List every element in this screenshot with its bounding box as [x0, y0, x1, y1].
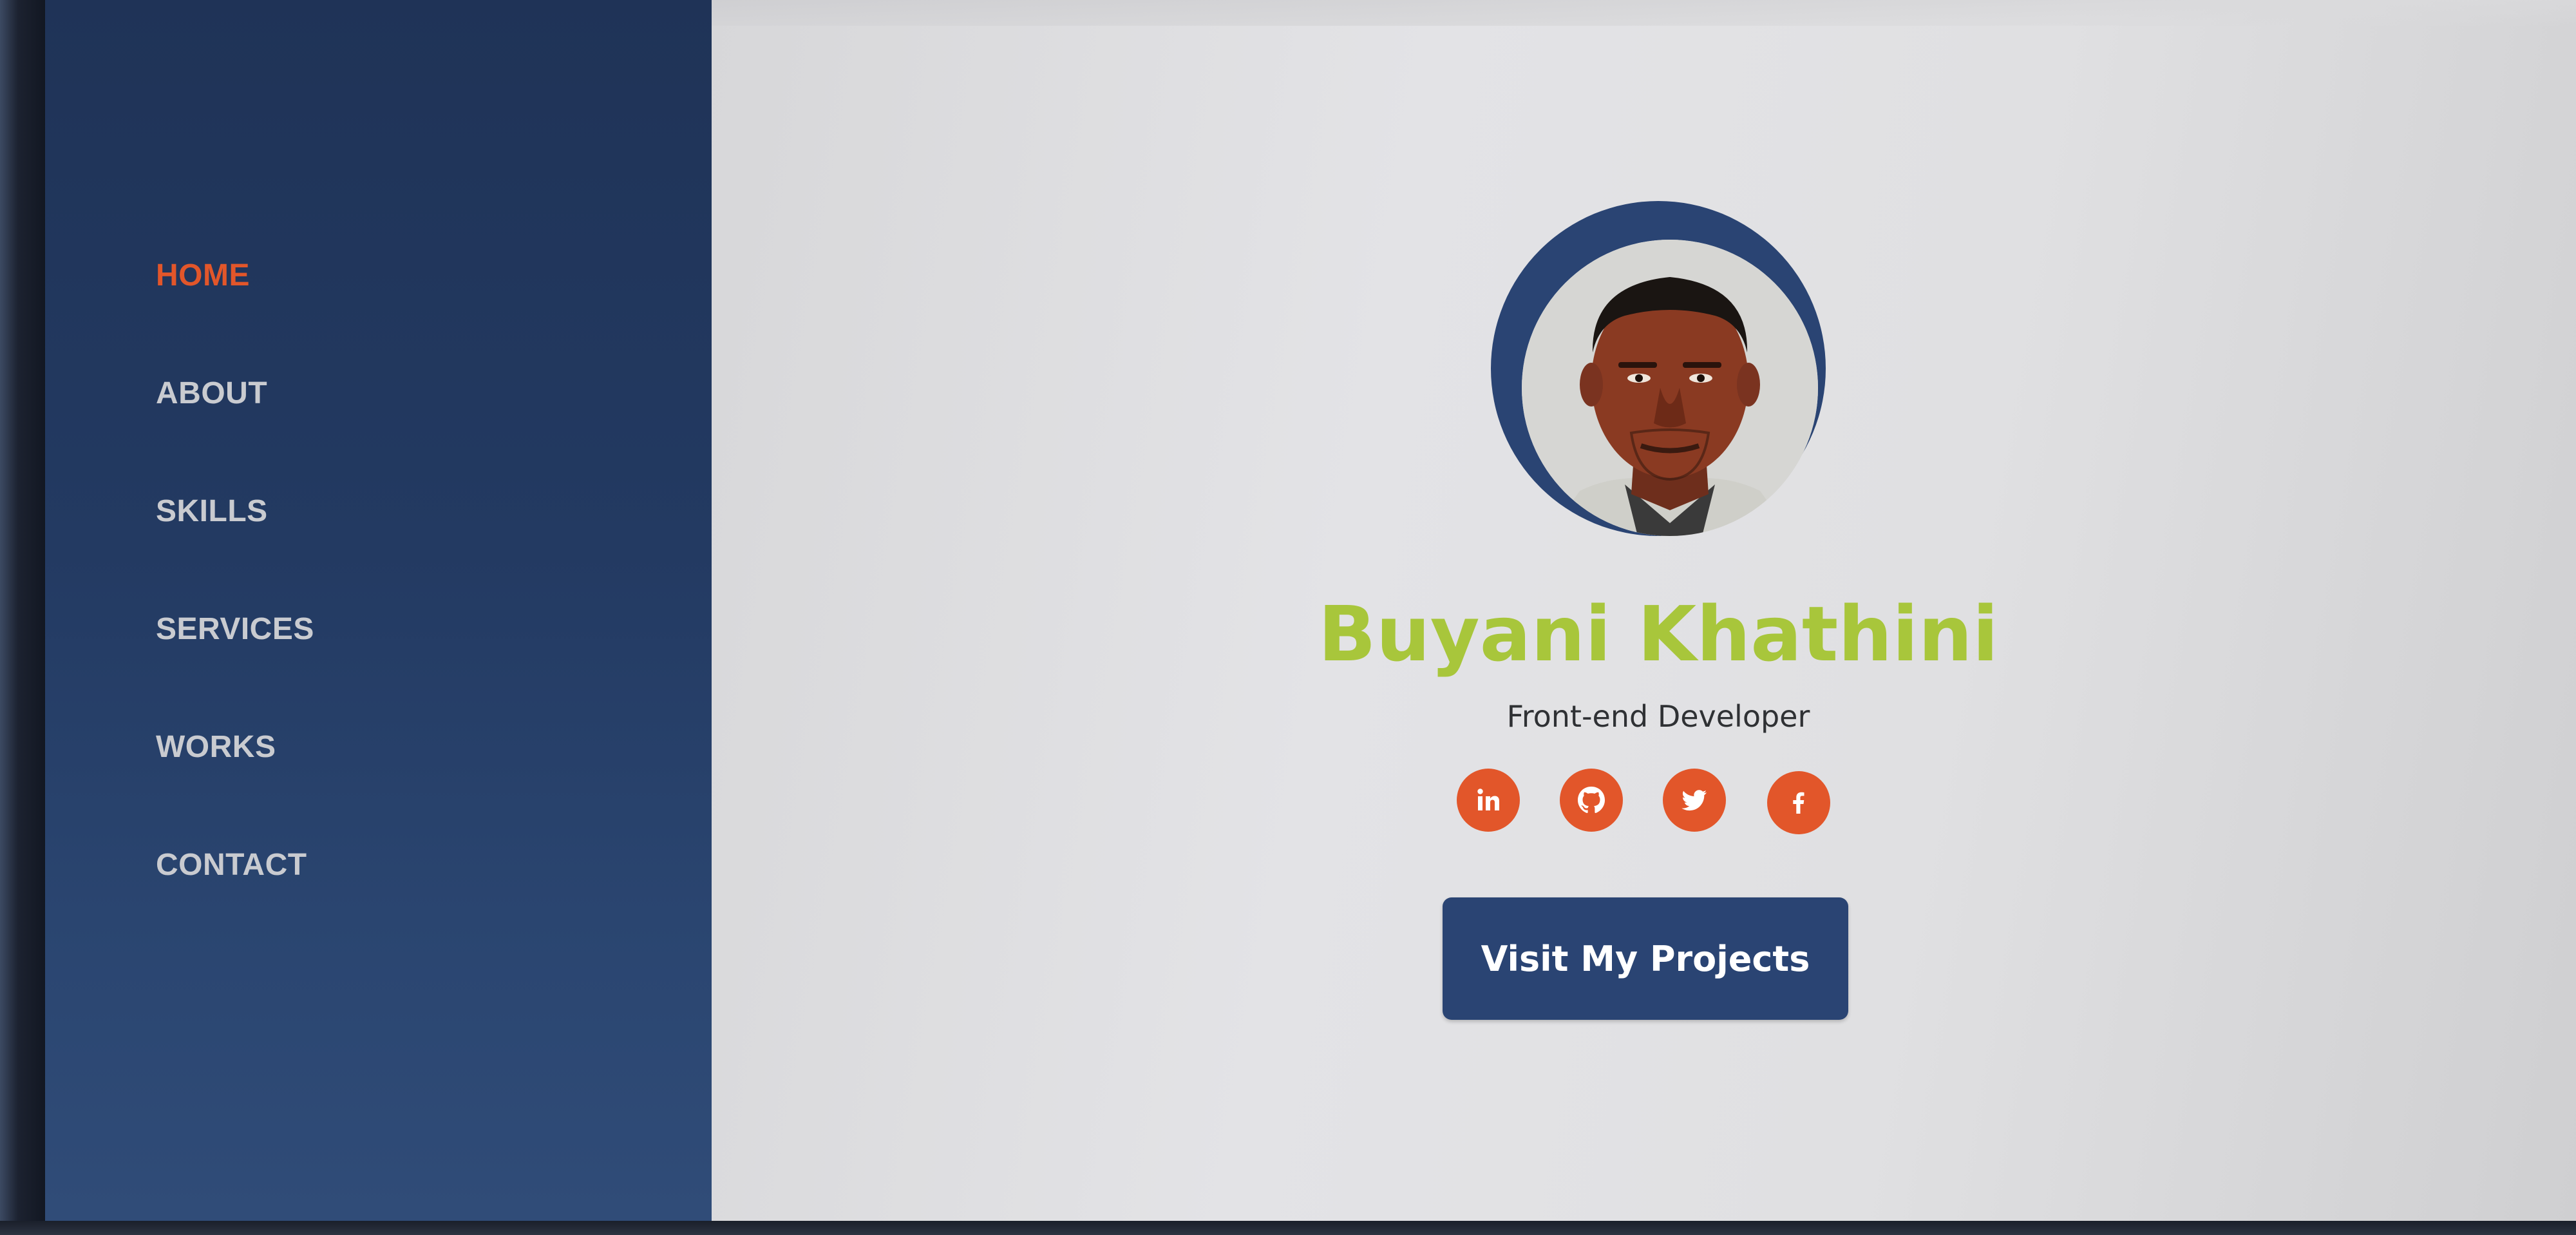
twitter-icon[interactable] [1663, 769, 1726, 832]
sidebar-item-contact[interactable]: CONTACT [156, 847, 314, 965]
github-icon[interactable] [1560, 769, 1623, 832]
linkedin-icon[interactable] [1457, 769, 1520, 832]
sidebar-item-label: HOME [156, 258, 250, 292]
sidebar-item-home[interactable]: HOME [156, 258, 314, 376]
facebook-icon[interactable] [1767, 771, 1830, 834]
sidebar-item-about[interactable]: ABOUT [156, 376, 314, 493]
monitor-bezel [0, 0, 45, 1235]
profile-photo [1522, 240, 1818, 536]
sidebar-item-label: SKILLS [156, 494, 268, 528]
sidebar-item-label: WORKS [156, 730, 276, 764]
visit-projects-button[interactable]: Visit My Projects [1443, 897, 1848, 1020]
sidebar-item-services[interactable]: SERVICES [156, 611, 314, 729]
avatar [1522, 240, 1818, 536]
sidebar-item-skills[interactable]: SKILLS [156, 493, 314, 611]
sidebar-nav: HOME ABOUT SKILLS SERVICES WORKS CONTACT [156, 258, 314, 965]
social-links [1457, 769, 1843, 839]
sidebar-item-label: SERVICES [156, 612, 314, 646]
profile-name: Buyani Khathini [1318, 589, 1999, 678]
sidebar-item-works[interactable]: WORKS [156, 729, 314, 847]
monitor-bezel-bottom [0, 1221, 2576, 1235]
profile-role: Front-end Developer [1506, 699, 1810, 734]
sidebar-item-label: CONTACT [156, 848, 307, 882]
screen-top-edge [712, 0, 2576, 26]
sidebar-item-label: ABOUT [156, 376, 268, 410]
avatar-frame [1491, 201, 1826, 536]
sidebar: HOME ABOUT SKILLS SERVICES WORKS CONTACT [45, 0, 712, 1221]
